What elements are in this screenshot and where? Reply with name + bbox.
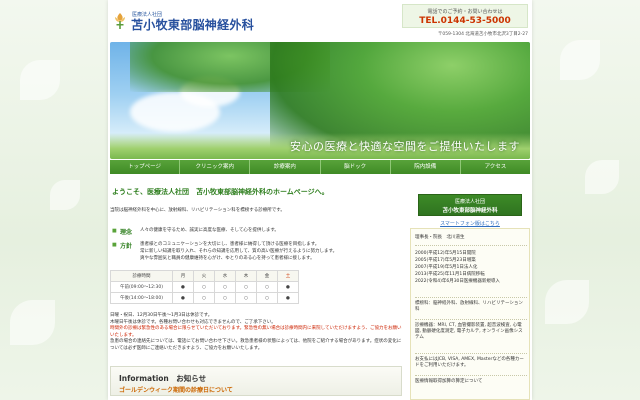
tulip-cross-icon[interactable] <box>112 12 128 30</box>
badge-name: 苫小牧東部脳神経外科 <box>442 208 498 214</box>
nav-treatment[interactable]: 診療案内 <box>250 160 321 174</box>
nav-access[interactable]: アクセス <box>460 160 531 174</box>
history-item: 2000(平成12)年5月15日開院 <box>415 251 476 256</box>
table-header: 金 <box>256 270 278 282</box>
houshin-label: 方針 <box>120 243 133 250</box>
leaf-decoration <box>560 40 600 80</box>
table-cell: ○ <box>235 281 257 293</box>
table-row: 午後(14:00～18:00) ● ○ ○ ○ ○ ● <box>110 292 299 304</box>
divider <box>415 297 527 298</box>
leaf-decoration <box>20 60 60 100</box>
sidebar-panel: 理事長・院長 北川道生 2000(平成12)年5月15日開院 2005(平成17… <box>410 228 530 400</box>
rinen-text: 人々の健康を守るため、誠実に高度な医療、そして心を提供します。 <box>140 228 279 233</box>
bullet-icon: ■ <box>112 242 117 248</box>
info-note: 医療情報取得加算の算定について <box>415 379 483 384</box>
table-cell: ○ <box>256 292 278 304</box>
table-cell: ● <box>172 292 194 304</box>
nav-brain-dock[interactable]: 脳ドック <box>320 160 391 174</box>
history-item: 2013(平成25)年11月1日病院移転 <box>415 272 485 277</box>
sidebar-badge: 医療法人社団 苫小牧東部脳神経外科 <box>418 194 522 216</box>
table-cell: ○ <box>256 281 278 293</box>
information-box: Information お知らせ ゴールデンウィーク期間の診療日について <box>110 366 402 396</box>
table-header: 土 <box>277 270 299 282</box>
leaf-decoration <box>10 300 55 345</box>
history-item: 2022(令和4)年6月30日医療機器新規導入 <box>415 279 500 284</box>
rinen-label: 理念 <box>120 229 133 236</box>
notes-block: 日曜・祝日、12月30日午後～1月3日は休診です。 木曜日午後は休診です。各種お… <box>110 313 404 352</box>
nav-facilities[interactable]: 院内設備 <box>390 160 461 174</box>
divider <box>415 245 527 246</box>
note-line: 急患の場合の連絡先については、電話にてお問い合わせ下さい。救急患者様の状態によっ… <box>110 339 402 351</box>
history-item: 2007(平成19)年5月1日法人化 <box>415 265 478 270</box>
phone-number[interactable]: TEL.0144-53-5000 <box>403 16 527 26</box>
divider <box>415 353 527 354</box>
table-cell: ○ <box>193 292 215 304</box>
nav-top[interactable]: トップページ <box>110 160 181 174</box>
table-header: 水 <box>214 270 236 282</box>
equipment: 診療機器：MRI, CT, 血管撮影装置, 超音波検査, 心電図, 動脈硬化度測… <box>415 323 523 340</box>
payment-note: お支払にはJCB, VISA, AMEX, Masterなどの各種カードをご利用… <box>415 357 524 368</box>
hospital-name[interactable]: 苫小牧東部脳神経外科 <box>131 16 254 33</box>
houshin-line: 患者様とのコミュニケーションを大切にし、患者様に納得して頂ける医療を目指します。 <box>140 242 320 247</box>
table-cell: ○ <box>193 281 215 293</box>
address: 〒059-1304 北海道苫小牧市北沢3丁目2-27 <box>437 32 528 37</box>
page-container: 医療法人社団 苫小牧東部脳神経外科 電話でのご予約・お問い合わせは TEL.01… <box>108 0 532 400</box>
leaf-decoration <box>50 180 80 210</box>
table-cell: ○ <box>214 281 236 293</box>
nav-clinic[interactable]: クリニック案内 <box>180 160 251 174</box>
table-cell: ○ <box>235 292 257 304</box>
history-item: 2005(平成17)年5月23日増築 <box>415 258 476 263</box>
table-header: 火 <box>193 270 215 282</box>
hours-table: 診療時間 月 火 水 木 金 土 午前(09:00～12:30) ● ○ ○ ○… <box>110 270 299 304</box>
main-nav: トップページ クリニック案内 診療案内 脳ドック 院内設備 アクセス <box>110 160 531 174</box>
hero-banner: 安心の医療と快適な空間をご提供いたします <box>110 42 530 159</box>
director: 理事長・院長 北川道生 <box>415 235 465 240</box>
smartphone-link[interactable]: スマートフォン版はこちら <box>410 220 530 227</box>
welcome-heading: ようこそ、医療法人社団 苫小牧東部脳神経外科のホームページへ。 <box>112 188 329 196</box>
divider <box>415 375 527 376</box>
table-row: 午前(09:00～12:30) ● ○ ○ ○ ○ ● <box>110 281 299 293</box>
contact-box: 電話でのご予約・お問い合わせは TEL.0144-53-5000 <box>402 4 528 28</box>
intro-text: 当院は脳神経外科を中心に、放射線科、リハビリテーション科を標榜する診療所です。 <box>110 208 285 213</box>
site-header: 医療法人社団 苫小牧東部脳神経外科 電話でのご予約・お問い合わせは TEL.01… <box>108 0 532 40</box>
table-cell: 午後(14:00～18:00) <box>110 292 173 304</box>
hero-tagline: 安心の医療と快適な空間をご提供いたします <box>290 140 520 153</box>
table-cell: ● <box>277 292 299 304</box>
departments: 標榜科：脳神経外科、放射線科、リハビリテーション科 <box>415 301 523 312</box>
table-cell: 午前(09:00～12:30) <box>110 281 173 293</box>
leaf-decoration <box>545 280 589 324</box>
note-line: 時間外の診療は緊急性のある場合に限らせていただいております。緊急性の無い場合は診… <box>110 326 402 338</box>
badge-corp: 医療法人社団 <box>454 199 485 205</box>
contact-note: 電話でのご予約・お問い合わせは <box>427 9 503 15</box>
divider <box>415 319 527 320</box>
houshin-line: 爽やな雰囲気と職員の健康維持を心がけ、ゆとりのある心を持って患者様に接します。 <box>140 256 315 261</box>
table-header: 月 <box>172 270 194 282</box>
background-left <box>0 0 110 400</box>
table-row: 診療時間 月 火 水 木 金 土 <box>110 270 299 282</box>
table-cell: ● <box>277 281 299 293</box>
information-title: Information お知らせ <box>119 374 207 383</box>
houshin-line: 常に新しい知識を取り入れ、それらの知識を応用して、質の高い医療が行えるように努力… <box>140 249 338 254</box>
table-cell: ○ <box>214 292 236 304</box>
table-header: 診療時間 <box>110 270 173 282</box>
table-header: 木 <box>235 270 257 282</box>
background-right <box>530 0 640 400</box>
bullet-icon: ■ <box>112 228 117 234</box>
information-headline[interactable]: ゴールデンウィーク期間の診療日について <box>119 385 233 394</box>
table-cell: ● <box>172 281 194 293</box>
leaf-decoration <box>585 160 619 194</box>
